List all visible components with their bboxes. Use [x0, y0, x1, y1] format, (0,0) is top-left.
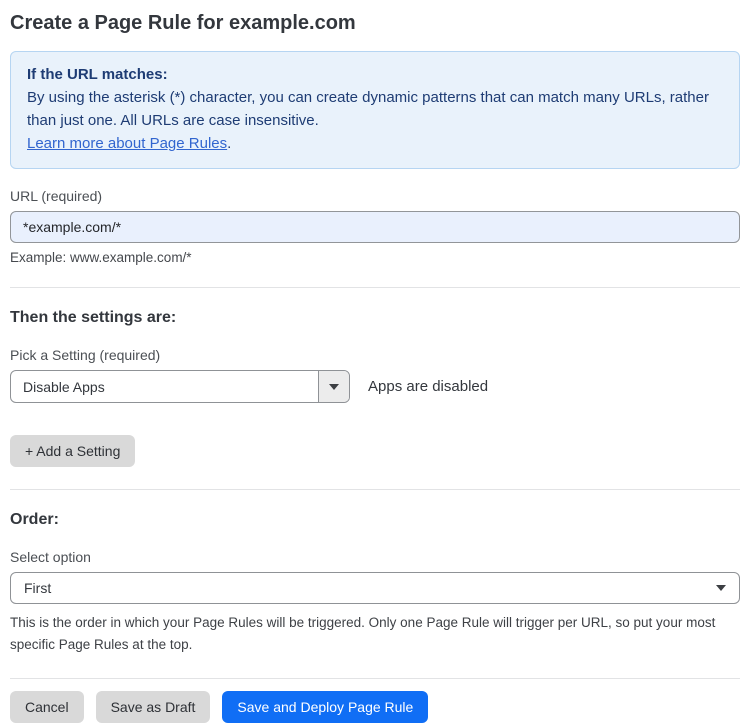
action-bar: Cancel Save as Draft Save and Deploy Pag…: [10, 691, 740, 723]
info-box-heading: If the URL matches:: [27, 66, 168, 83]
divider-1: [10, 287, 740, 288]
learn-more-link[interactable]: Learn more about Page Rules: [27, 135, 227, 152]
save-deploy-button[interactable]: Save and Deploy Page Rule: [222, 691, 429, 723]
info-box-body: By using the asterisk (*) character, you…: [27, 89, 709, 129]
pick-setting-label: Pick a Setting (required): [10, 347, 161, 363]
setting-status-text: Apps are disabled: [368, 378, 489, 395]
url-match-info-box: If the URL matches: By using the asteris…: [10, 51, 740, 169]
order-select-value: First: [24, 580, 52, 596]
url-example-text: Example: www.example.com/*: [10, 250, 192, 265]
chevron-down-icon: [329, 383, 339, 390]
setting-dropdown[interactable]: Disable Apps: [10, 370, 350, 403]
info-box-link-line: Learn more about Page Rules.: [27, 132, 723, 155]
url-label: URL (required): [10, 188, 103, 204]
page-title: Create a Page Rule for example.com: [10, 12, 356, 34]
setting-dropdown-value: Disable Apps: [23, 378, 105, 395]
select-option-label: Select option: [10, 549, 91, 565]
settings-section-heading: Then the settings are:: [10, 309, 177, 326]
link-period: .: [227, 135, 232, 152]
order-section-heading: Order:: [10, 511, 59, 528]
divider-2: [10, 489, 740, 490]
url-input[interactable]: [10, 211, 740, 243]
setting-dropdown-arrow-button[interactable]: [318, 371, 349, 402]
cancel-button[interactable]: Cancel: [10, 691, 84, 723]
save-draft-button[interactable]: Save as Draft: [95, 691, 211, 723]
divider-3: [10, 678, 740, 679]
add-setting-button[interactable]: + Add a Setting: [10, 435, 136, 467]
setting-row: Disable Apps Apps are disabled: [10, 370, 740, 403]
order-select[interactable]: First: [10, 572, 740, 604]
order-help-text: This is the order in which your Page Rul…: [10, 615, 716, 652]
chevron-down-icon: [716, 585, 726, 591]
